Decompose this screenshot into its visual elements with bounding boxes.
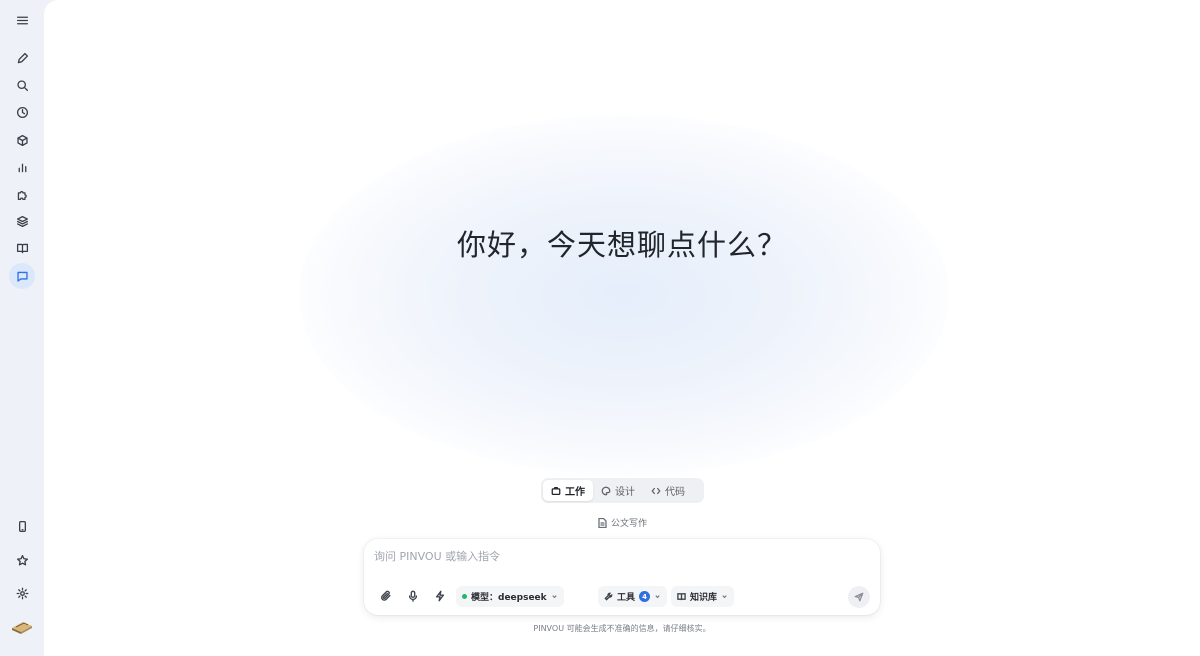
- layers-icon: [16, 215, 28, 227]
- search-button[interactable]: [9, 72, 35, 98]
- pencil-icon: [17, 52, 28, 63]
- favorites-button[interactable]: [9, 547, 35, 573]
- model-selector[interactable]: 模型：deepseek: [456, 586, 564, 607]
- composer: 模型：deepseek 工具 4 知识库: [364, 539, 880, 615]
- tab-work-label: 工作: [565, 487, 585, 498]
- voice-button[interactable]: [405, 588, 421, 604]
- tools-selector-label: 工具: [617, 593, 636, 603]
- status-dot-icon: [462, 594, 467, 599]
- bar-chart-icon: [18, 163, 26, 172]
- palette-icon: [601, 486, 611, 495]
- settings-button[interactable]: [9, 580, 35, 606]
- microphone-icon: [408, 590, 418, 602]
- subtool-label: 公文写作: [611, 519, 648, 529]
- new-chat-button[interactable]: [9, 45, 35, 71]
- chevron-down-icon: [655, 595, 660, 599]
- menu-button[interactable]: [9, 7, 35, 33]
- phone-icon: [18, 520, 26, 532]
- library-button[interactable]: [9, 235, 35, 261]
- user-avatar-icon: [12, 622, 32, 634]
- document-icon: [598, 517, 607, 528]
- clock-icon: [16, 106, 28, 118]
- tools-selector[interactable]: 工具 4: [598, 586, 668, 607]
- plugins-button[interactable]: [9, 181, 35, 207]
- tab-design[interactable]: 设计: [593, 480, 643, 501]
- history-button[interactable]: [9, 99, 35, 125]
- wrench-icon: [604, 592, 613, 601]
- package-button[interactable]: [9, 127, 35, 153]
- send-icon: [854, 592, 864, 602]
- tab-work[interactable]: 工作: [543, 480, 593, 501]
- knowledge-base-selector[interactable]: 知识库: [671, 586, 735, 607]
- prompt-input[interactable]: [374, 547, 854, 565]
- mobile-button[interactable]: [9, 513, 35, 539]
- chat-button[interactable]: [9, 263, 35, 289]
- tools-count-badge: 4: [639, 591, 651, 602]
- main-panel: 你好，今天想聊点什么？ 工作 设计 代码 公文写作 模型: [44, 0, 1200, 656]
- stats-button[interactable]: [9, 154, 35, 180]
- background-glow: [299, 115, 949, 475]
- quick-action-button[interactable]: [432, 588, 448, 604]
- avatar[interactable]: [11, 617, 33, 635]
- attach-button[interactable]: [378, 588, 394, 604]
- briefcase-icon: [551, 486, 561, 495]
- book-icon: [16, 243, 28, 253]
- tab-code-label: 代码: [665, 487, 685, 498]
- sidebar: [0, 0, 44, 656]
- chevron-down-icon: [722, 595, 727, 599]
- send-button[interactable]: [848, 586, 870, 608]
- tab-design-label: 设计: [615, 487, 635, 498]
- code-icon: [651, 487, 661, 494]
- puzzle-icon: [17, 190, 27, 200]
- menu-icon: [16, 16, 28, 24]
- gear-icon: [16, 587, 28, 599]
- search-icon: [16, 79, 28, 91]
- knowledge-base-label: 知识库: [690, 593, 718, 603]
- book-open-icon: [677, 593, 686, 601]
- greeting-title: 你好，今天想聊点什么？: [456, 228, 787, 262]
- lightning-icon: [435, 590, 445, 602]
- star-icon: [16, 554, 28, 565]
- paperclip-icon: [381, 590, 391, 601]
- model-selector-label: 模型：deepseek: [471, 593, 547, 603]
- mode-tabs: 工作 设计 代码: [541, 478, 704, 503]
- subtool-document-writing[interactable]: 公文写作: [598, 516, 647, 529]
- layers-button[interactable]: [9, 208, 35, 234]
- box-icon: [16, 134, 28, 146]
- message-icon: [16, 271, 28, 282]
- chevron-down-icon: [551, 595, 557, 599]
- tab-code[interactable]: 代码: [643, 480, 693, 501]
- disclaimer-text: PINVOU 可能会生成不准确的信息，请仔细核实。: [533, 624, 711, 633]
